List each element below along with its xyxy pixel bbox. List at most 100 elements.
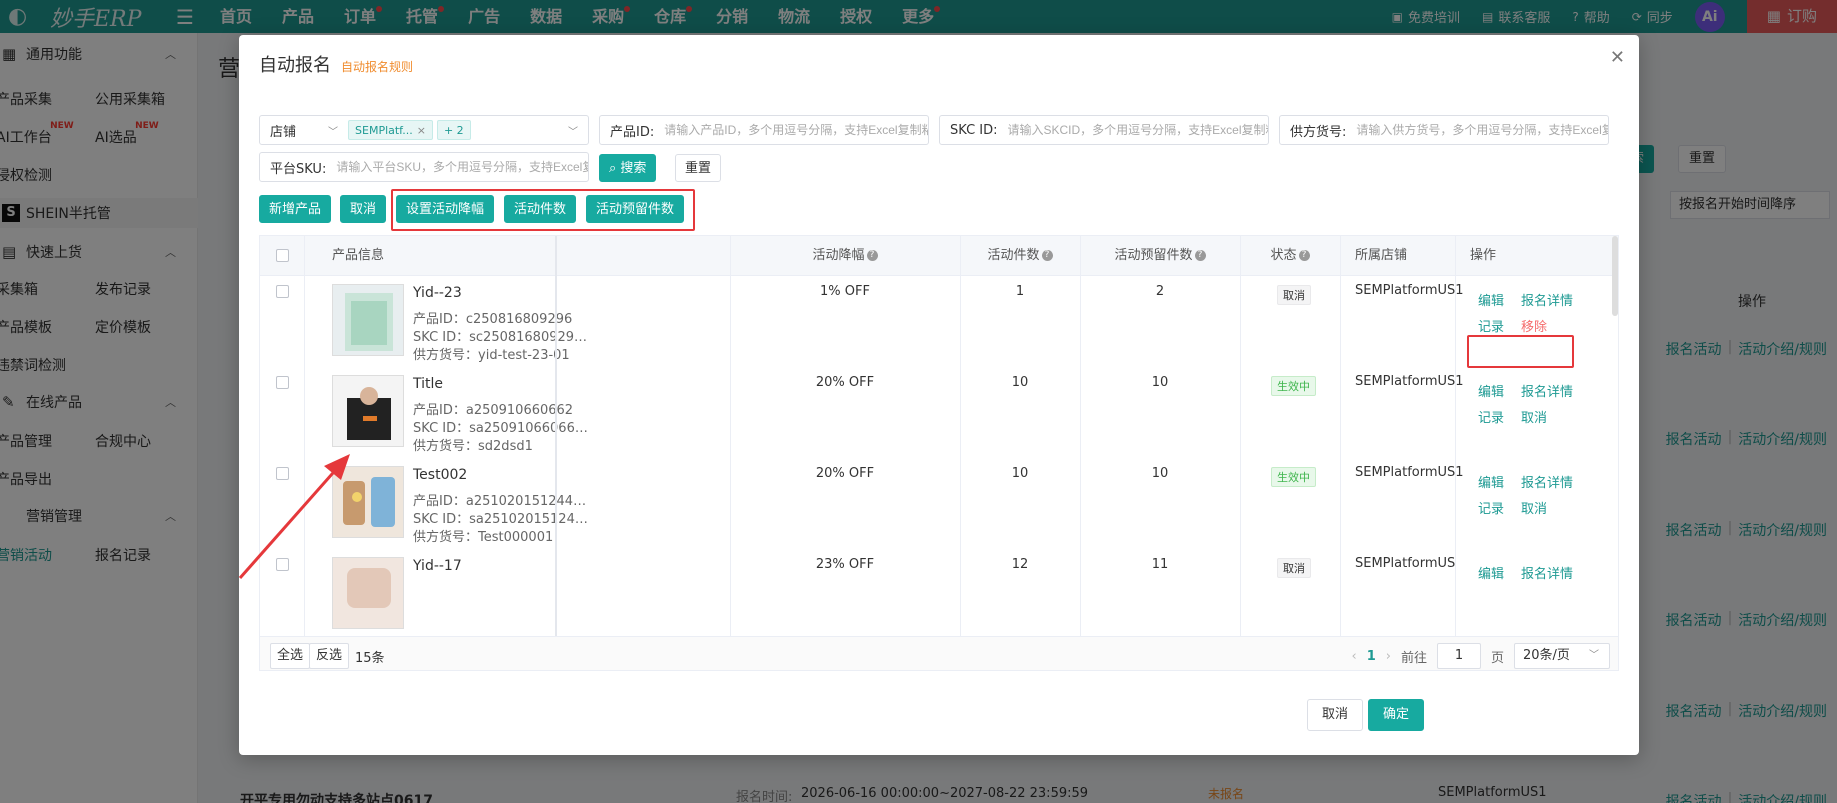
product-id-input[interactable]: [664, 123, 928, 137]
col-status: 状态?: [1240, 236, 1340, 276]
store-name: SEMPlatformUS1: [1355, 283, 1464, 298]
goto-label: 前往: [1400, 650, 1427, 666]
set-discount-button[interactable]: 设置活动降幅: [396, 195, 495, 223]
product-thumbnail: [332, 375, 404, 447]
skc-id-field[interactable]: SKC ID:: [939, 115, 1269, 145]
col-ops: 操作: [1470, 248, 1497, 263]
help-icon: ?: [1194, 250, 1206, 261]
product-image: [333, 467, 403, 537]
row-checkbox[interactable]: [276, 285, 289, 298]
pagination: ‹ 1 › 前往 1 页 20条/页 ﹀: [1352, 643, 1610, 669]
search-button[interactable]: ⌕ 搜索: [599, 154, 657, 182]
column-divider: [730, 236, 731, 636]
prev-page-icon[interactable]: ‹: [1352, 649, 1357, 664]
product-id-field[interactable]: 产品ID:: [599, 115, 929, 145]
tag-close-icon[interactable]: ×: [417, 124, 426, 137]
product-name: Test002: [413, 467, 468, 483]
help-icon: ?: [1298, 250, 1310, 261]
chevron-down-icon: ﹀: [568, 126, 578, 138]
skc-id: SKC ID：sa250910660662...: [413, 421, 593, 436]
discount-value: 1% OFF: [820, 284, 870, 299]
chevron-down-icon: ﹀: [328, 126, 339, 138]
record-link[interactable]: 记录: [1478, 316, 1504, 335]
modal-cancel-button[interactable]: 取消: [1307, 699, 1364, 731]
store-name: SEMPlatformUS1: [1355, 374, 1464, 389]
invert-select-button[interactable]: 反选: [309, 643, 350, 669]
record-link[interactable]: 记录: [1478, 498, 1504, 517]
reserve-value: 10: [1151, 466, 1169, 481]
cancel-link[interactable]: 取消: [1521, 498, 1547, 517]
store-more-tag: + 2: [436, 120, 471, 140]
auto-signup-rules-link[interactable]: 自动报名规则: [341, 58, 413, 75]
select-all-button[interactable]: 全选: [270, 643, 311, 669]
supplier-code: 供方货号：yid-test-23-01: [413, 348, 570, 363]
modal-header: 自动报名 自动报名规则: [259, 51, 413, 77]
status-badge: 取消: [1277, 285, 1311, 305]
product-image: [333, 558, 403, 628]
page-size-select[interactable]: 20条/页 ﹀: [1514, 643, 1610, 669]
row-checkbox[interactable]: [276, 467, 289, 480]
store-tag: SEMPlatf... ×: [348, 120, 433, 140]
record-link[interactable]: 记录: [1478, 407, 1504, 426]
column-divider: [1240, 236, 1241, 636]
col-discount: 活动降幅?: [730, 236, 960, 276]
cancel-link[interactable]: 取消: [1521, 407, 1547, 426]
status-badge: 生效中: [1271, 467, 1316, 487]
remove-link[interactable]: 移除: [1521, 316, 1547, 335]
edit-link[interactable]: 编辑: [1478, 472, 1504, 491]
chevron-down-icon: ﹀: [1589, 650, 1599, 661]
help-icon: ?: [1041, 250, 1053, 261]
signup-detail-link[interactable]: 报名详情: [1521, 290, 1573, 309]
skc-id-input[interactable]: [1007, 123, 1268, 137]
vertical-scrollbar[interactable]: [1612, 236, 1618, 316]
store-select[interactable]: 店铺 ﹀ SEMPlatf... × + 2 ﹀: [259, 115, 589, 145]
goto-page-input[interactable]: 1: [1436, 643, 1481, 669]
signup-detail-link[interactable]: 报名详情: [1521, 381, 1573, 400]
edit-link[interactable]: 编辑: [1478, 290, 1504, 309]
product-name: Yid--17: [413, 558, 462, 574]
store-name: SEMPlatformUS: [1355, 556, 1456, 571]
auto-signup-modal: 自动报名 自动报名规则 ✕ 店铺 ﹀ SEMPlatf... × + 2 ﹀ 产品…: [239, 35, 1639, 755]
col-store: 所属店铺: [1355, 248, 1408, 263]
total-count: 15条: [355, 651, 385, 666]
product-name: Yid--23: [413, 285, 462, 301]
column-divider: [960, 236, 961, 636]
product-thumbnail: [332, 284, 404, 356]
product-thumbnail: [332, 466, 404, 538]
close-icon[interactable]: ✕: [1610, 47, 1625, 68]
help-icon: ?: [866, 250, 878, 261]
qty-value: 1: [1015, 284, 1025, 299]
activity-qty-button[interactable]: 活动件数: [504, 195, 577, 223]
supplier-code: 供方货号：Test000001: [413, 530, 554, 545]
edit-link[interactable]: 编辑: [1478, 563, 1504, 582]
page-unit-label: 页: [1490, 650, 1504, 666]
next-page-icon[interactable]: ›: [1386, 649, 1391, 664]
page-number[interactable]: 1: [1367, 649, 1376, 664]
qty-value: 10: [1011, 466, 1029, 481]
table-header: 产品信息 活动降幅? 活动件数? 活动预留件数? 状态? 所属店铺 操作: [260, 236, 1618, 276]
reserve-qty-button[interactable]: 活动预留件数: [586, 195, 685, 223]
column-divider: [1080, 236, 1081, 636]
row-checkbox[interactable]: [276, 376, 289, 389]
select-all-checkbox[interactable]: [276, 249, 289, 262]
platform-sku-field[interactable]: 平台SKU:: [259, 152, 589, 182]
product-id: 产品ID：a250910660662: [413, 403, 574, 418]
store-name: SEMPlatformUS1: [1355, 465, 1464, 480]
platform-sku-input[interactable]: [336, 160, 588, 174]
qty-value: 10: [1011, 375, 1029, 390]
modal-confirm-button[interactable]: 确定: [1368, 699, 1425, 731]
reserve-value: 10: [1151, 375, 1169, 390]
edit-link[interactable]: 编辑: [1478, 381, 1504, 400]
signup-detail-link[interactable]: 报名详情: [1521, 472, 1573, 491]
col-reserve: 活动预留件数?: [1080, 236, 1240, 276]
product-image: [333, 376, 403, 446]
add-product-button[interactable]: 新增产品: [259, 195, 332, 223]
cancel-selected-button[interactable]: 取消: [340, 195, 387, 223]
reset-button[interactable]: 重置: [675, 154, 722, 182]
column-divider: [1340, 236, 1341, 636]
product-id: 产品ID：c250816809296: [413, 312, 573, 327]
row-checkbox[interactable]: [276, 558, 289, 571]
supplier-code-input[interactable]: [1356, 123, 1608, 137]
supplier-code-field[interactable]: 供方货号:: [1279, 115, 1609, 145]
signup-detail-link[interactable]: 报名详情: [1521, 563, 1573, 582]
